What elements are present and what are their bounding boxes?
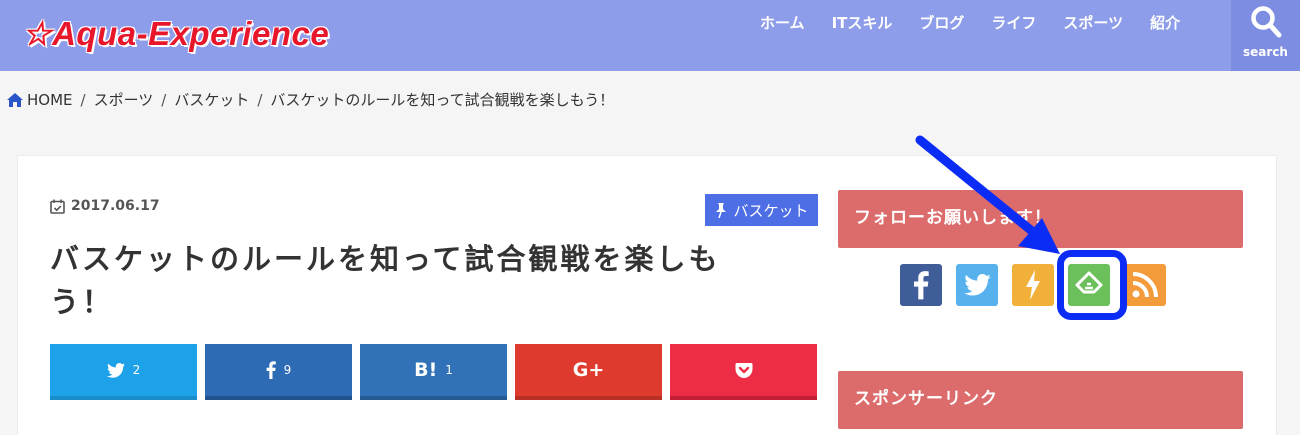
site-header: ☆Aqua-Experience ホーム ITスキル ブログ ライフ スポーツ … — [0, 0, 1300, 71]
post-date-text: 2017.06.17 — [71, 198, 160, 214]
breadcrumb-separator: / — [257, 90, 263, 109]
follow-twitter-button[interactable] — [956, 264, 998, 306]
facebook-icon — [913, 271, 929, 300]
hatena-bookmark-icon: B! — [414, 359, 438, 381]
nav-item-blog[interactable]: ブログ — [919, 12, 964, 33]
category-label: バスケット — [733, 201, 809, 220]
breadcrumb-home[interactable]: HOME — [27, 91, 73, 109]
share-twitter-button[interactable]: 2 — [50, 344, 197, 400]
search-icon — [1251, 6, 1282, 38]
nav-item-intro[interactable]: 紹介 — [1150, 12, 1180, 33]
nav-item-life[interactable]: ライフ — [991, 12, 1036, 33]
google-plus-icon: G+ — [572, 359, 605, 381]
share-google-plus-button[interactable]: G+ — [515, 344, 662, 400]
post-date: 2017.06.17 — [50, 198, 160, 214]
twitter-icon — [106, 362, 125, 378]
calendar-check-icon — [50, 199, 65, 214]
breadcrumb-current: バスケットのルールを知って試合観戦を楽しもう！ — [270, 91, 615, 109]
pin-icon — [716, 202, 727, 218]
post-title: バスケットのルールを知って試合観戦を楽しもう！ — [50, 242, 721, 319]
share-count: 2 — [132, 363, 141, 377]
search-label: search — [1243, 45, 1288, 59]
share-count: 1 — [445, 363, 453, 377]
site-logo[interactable]: ☆Aqua-Experience — [22, 14, 329, 53]
share-buttons: 2 9 B! 1 G+ — [50, 344, 825, 400]
nav-item-home[interactable]: ホーム — [760, 12, 805, 33]
follow-facebook-button[interactable] — [900, 264, 942, 306]
twitter-icon — [963, 274, 991, 296]
follow-push7-button[interactable] — [1012, 264, 1054, 306]
share-pocket-button[interactable] — [670, 344, 817, 400]
nav-item-it-skill[interactable]: ITスキル — [832, 12, 893, 33]
main-nav: ホーム ITスキル ブログ ライフ スポーツ 紹介 — [760, 12, 1207, 33]
share-hatena-button[interactable]: B! 1 — [360, 344, 507, 400]
breadcrumb-sports[interactable]: スポーツ — [94, 89, 154, 110]
share-facebook-button[interactable]: 9 — [205, 344, 352, 400]
annotation-arrow-icon — [915, 135, 1060, 254]
nav-item-sports[interactable]: スポーツ — [1063, 12, 1123, 33]
sponsor-widget-title: スポンサーリンク — [838, 371, 1243, 429]
home-icon — [7, 92, 23, 107]
breadcrumb-separator: / — [161, 90, 167, 109]
push7-icon — [1026, 270, 1040, 300]
breadcrumb: HOME / スポーツ / バスケット / バスケットのルールを知って試合観戦を… — [7, 89, 614, 110]
breadcrumb-basket[interactable]: バスケット — [174, 89, 249, 110]
follow-icons — [900, 264, 1180, 306]
share-count: 9 — [283, 363, 292, 377]
follow-rss-button[interactable] — [1124, 264, 1166, 306]
search-button[interactable]: search — [1231, 0, 1300, 71]
category-badge[interactable]: バスケット — [705, 194, 818, 226]
breadcrumb-separator: / — [80, 90, 86, 109]
facebook-icon — [266, 361, 276, 379]
pocket-icon — [735, 362, 752, 378]
rss-icon — [1132, 272, 1158, 298]
